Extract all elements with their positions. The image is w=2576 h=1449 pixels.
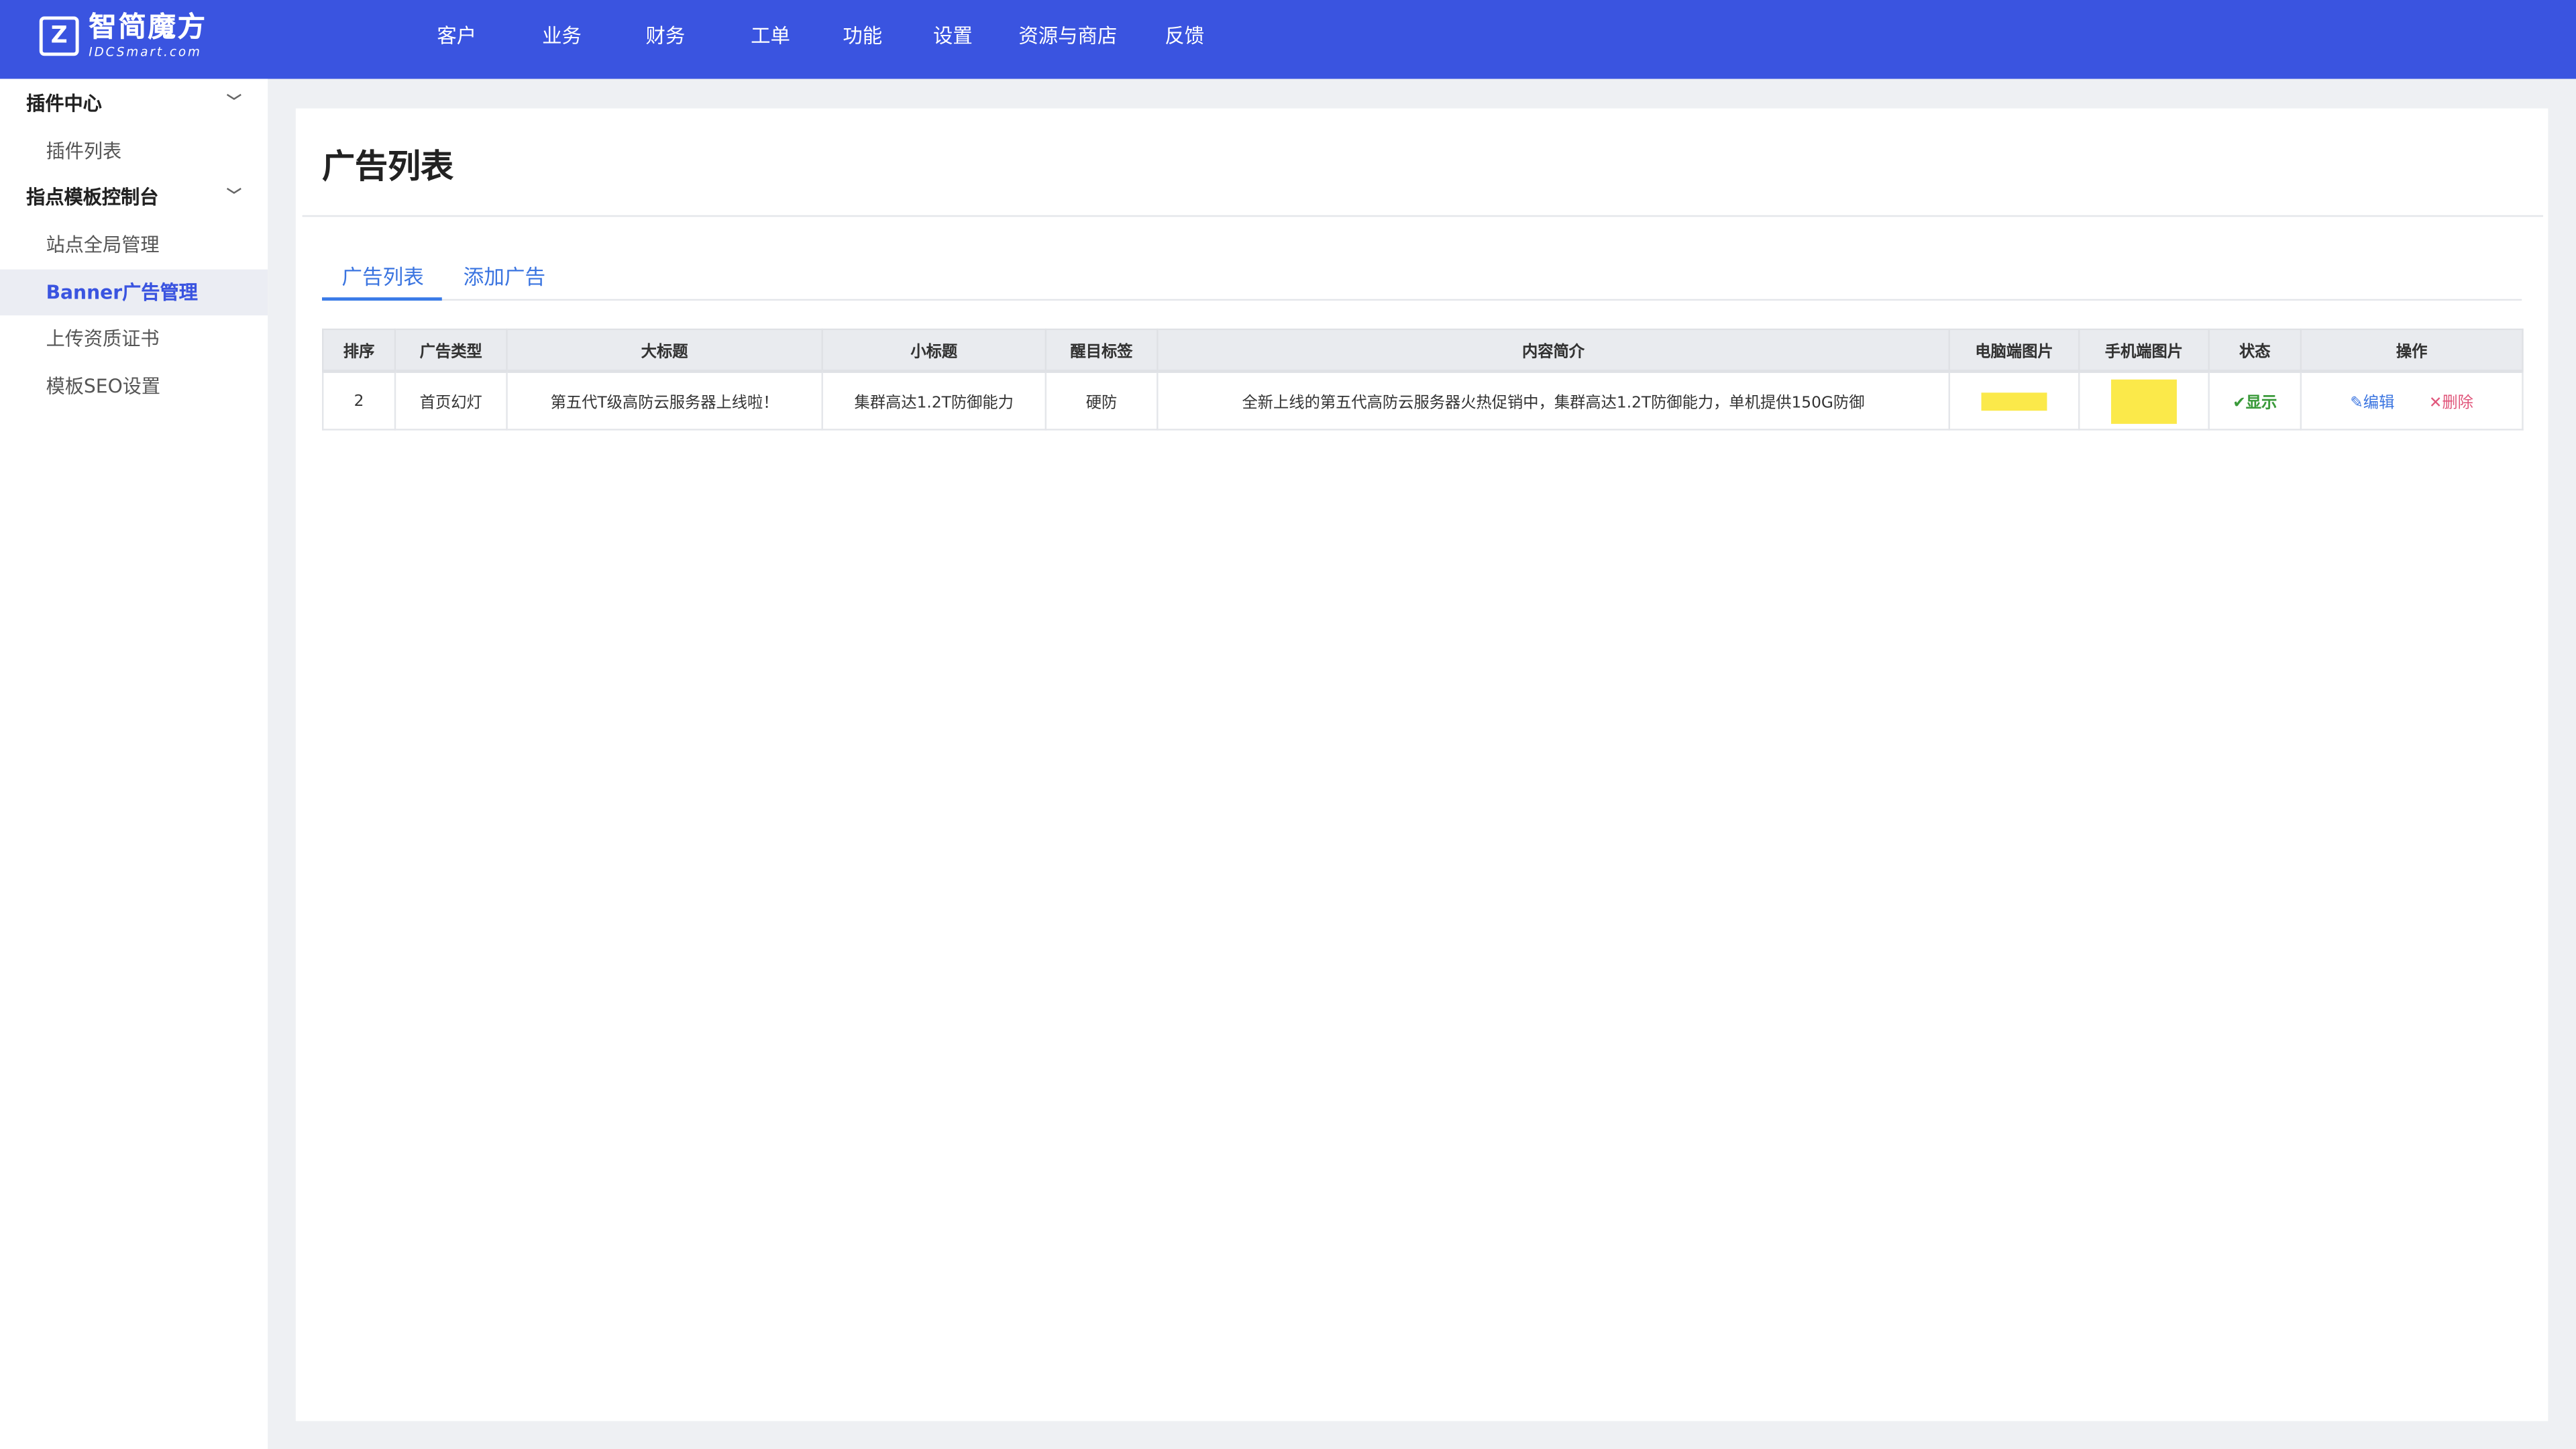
top-header: Z 智简魔方 IDCSmart.com 客户 业务 财务 工单 功能 设置 资源…: [0, 0, 2576, 79]
col-pc-image: 电脑端图片: [1948, 328, 2080, 373]
cell-subtitle: 集群高达1.2T防御能力: [821, 370, 1047, 431]
nav-tickets[interactable]: 工单: [751, 0, 790, 79]
nav-resources-store[interactable]: 资源与商店: [1018, 0, 1117, 79]
edit-label: 编辑: [2363, 394, 2395, 413]
sidebar-group-label: 指点模板控制台: [26, 185, 159, 209]
table-header: 排序 广告类型 大标题 小标题 醒目标签 内容简介 电脑端图片 手机端图片 状态…: [322, 328, 2524, 373]
col-type: 广告类型: [394, 328, 508, 373]
logo[interactable]: Z 智简魔方 IDCSmart.com: [39, 11, 207, 60]
delete-button[interactable]: ✕删除: [2429, 394, 2473, 413]
cell-order: 2: [322, 370, 396, 431]
delete-label: 删除: [2442, 394, 2473, 413]
cell-title: 第五代T级高防云服务器上线啦！: [506, 370, 823, 431]
pc-image-thumbnail[interactable]: [1981, 392, 2047, 411]
close-icon: ✕: [2428, 394, 2443, 413]
page-title: 广告列表: [322, 146, 453, 186]
nav-customers[interactable]: 客户: [437, 0, 476, 79]
cell-actions: ✎编辑 ✕删除: [2300, 370, 2524, 431]
col-status: 状态: [2208, 328, 2302, 373]
col-summary: 内容简介: [1157, 328, 1950, 373]
tab-add-ad[interactable]: 添加广告: [464, 260, 545, 291]
sidebar-item-upload-certificates[interactable]: 上传资质证书: [0, 315, 268, 362]
sidebar-group-template-console[interactable]: 指点模板控制台 ﹀: [0, 174, 268, 221]
col-title: 大标题: [506, 328, 823, 373]
cell-mobile-image: [2078, 370, 2210, 431]
divider: [302, 215, 2544, 217]
sidebar-group-plugin-center[interactable]: 插件中心 ﹀: [0, 80, 268, 127]
nav-feedback[interactable]: 反馈: [1165, 0, 1204, 79]
cell-pc-image: [1948, 370, 2080, 431]
logo-name: 智简魔方: [89, 11, 207, 45]
cell-type: 首页幻灯: [394, 370, 508, 431]
sidebar-item-banner-ads[interactable]: Banner广告管理: [0, 269, 268, 316]
chevron-down-icon: ﹀: [226, 95, 242, 112]
chevron-down-icon: ﹀: [226, 189, 242, 206]
ad-table: 排序 广告类型 大标题 小标题 醒目标签 内容简介 电脑端图片 手机端图片 状态…: [322, 328, 2524, 431]
sidebar-item-site-global[interactable]: 站点全局管理: [0, 222, 268, 268]
col-tag: 醒目标签: [1044, 328, 1159, 373]
tab-bar-line: [322, 299, 2522, 301]
cell-status: ✔显示: [2208, 370, 2302, 431]
check-circle-icon: ✔: [2233, 394, 2246, 413]
sidebar-item-plugin-list[interactable]: 插件列表: [0, 128, 268, 174]
col-mobile-image: 手机端图片: [2078, 328, 2210, 373]
logo-icon: Z: [39, 17, 79, 56]
nav-settings[interactable]: 设置: [933, 0, 973, 79]
sidebar: 插件中心 ﹀ 插件列表 指点模板控制台 ﹀ 站点全局管理 Banner广告管理 上传…: [0, 78, 268, 1449]
active-tab-indicator: [322, 297, 442, 301]
cell-tag: 硬防: [1044, 370, 1159, 431]
logo-domain: IDCSmart.com: [89, 44, 202, 60]
status-badge: 显示: [2245, 394, 2277, 413]
nav-features[interactable]: 功能: [843, 0, 882, 79]
edit-button[interactable]: ✎编辑: [2350, 394, 2394, 413]
nav-business[interactable]: 业务: [542, 0, 582, 79]
content-card: 广告列表 广告列表 添加广告 排序 广告类型 大标题 小标题 醒目标签 内容简介…: [295, 108, 2548, 1421]
sidebar-group-label: 插件中心: [26, 92, 102, 115]
col-actions: 操作: [2300, 328, 2524, 373]
sidebar-item-template-seo[interactable]: 模板SEO设置: [0, 363, 268, 409]
table-row: 2 首页幻灯 第五代T级高防云服务器上线啦！ 集群高达1.2T防御能力 硬防 全…: [322, 370, 2524, 431]
col-subtitle: 小标题: [821, 328, 1047, 373]
col-order: 排序: [322, 328, 396, 373]
tab-ad-list[interactable]: 广告列表: [341, 260, 423, 291]
cell-summary: 全新上线的第五代高防云服务器火热促销中，集群高达1.2T防御能力，单机提供150…: [1157, 370, 1950, 431]
mobile-image-thumbnail[interactable]: [2110, 378, 2177, 423]
edit-icon: ✎: [2350, 394, 2363, 413]
nav-finance[interactable]: 财务: [645, 0, 685, 79]
